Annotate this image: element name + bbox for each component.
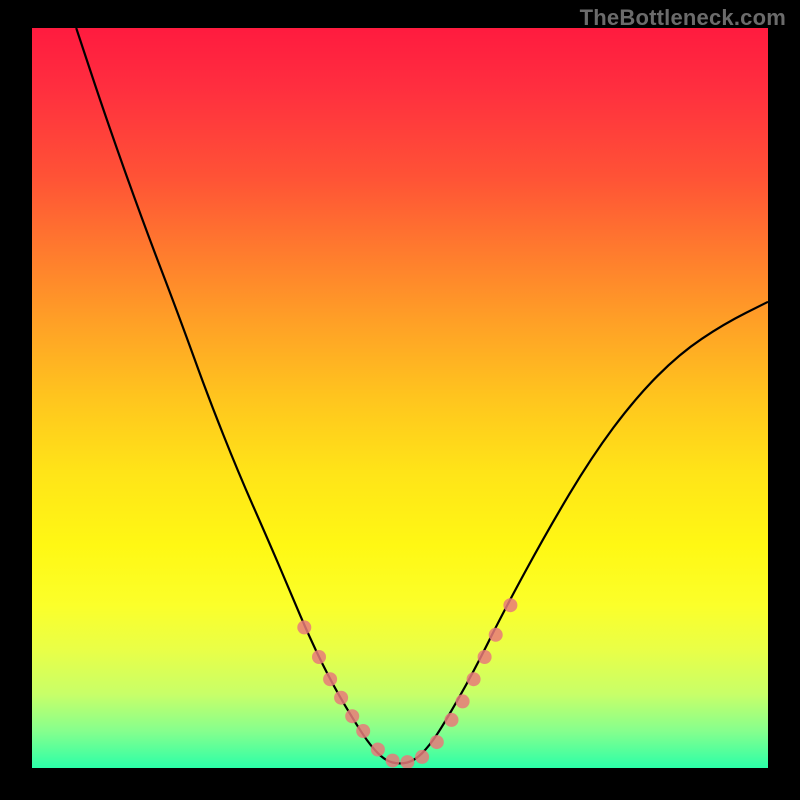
marker-group (297, 598, 517, 768)
curve-layer (32, 28, 768, 768)
data-marker (356, 724, 370, 738)
data-marker (503, 598, 517, 612)
data-marker (478, 650, 492, 664)
data-marker (467, 672, 481, 686)
watermark-text: TheBottleneck.com (580, 5, 786, 31)
data-marker (334, 691, 348, 705)
plot-area (32, 28, 768, 768)
data-marker (430, 735, 444, 749)
data-marker (489, 628, 503, 642)
data-marker (445, 713, 459, 727)
data-marker (400, 755, 414, 768)
data-marker (345, 709, 359, 723)
data-marker (371, 743, 385, 757)
data-marker (323, 672, 337, 686)
data-marker (415, 750, 429, 764)
chart-frame: TheBottleneck.com (0, 0, 800, 800)
data-marker (456, 694, 470, 708)
data-marker (297, 620, 311, 634)
data-marker (386, 754, 400, 768)
data-marker (312, 650, 326, 664)
bottleneck-curve (76, 28, 768, 763)
